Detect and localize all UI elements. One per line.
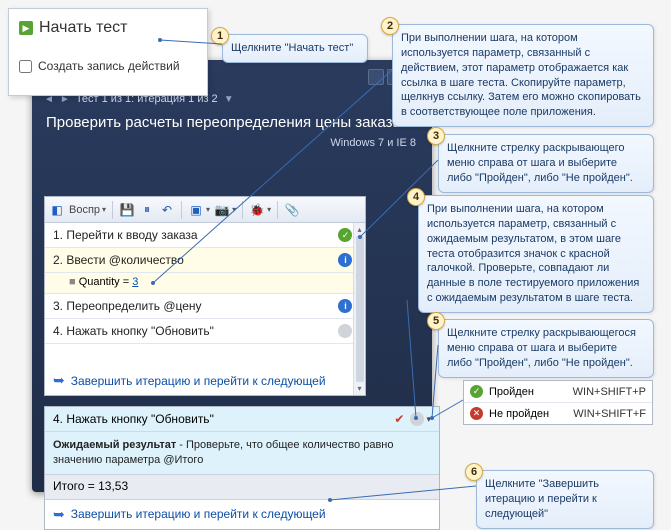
status-info-icon[interactable]: i [338, 253, 352, 267]
toolbar-sep [242, 201, 243, 219]
shortcut-pass-row: ✓ Пройден WIN+SHIFT+P [464, 381, 652, 402]
step-text: Переопределить @цену [66, 299, 201, 313]
callout-text: Щелкните "Завершить итерацию и перейти к… [485, 478, 599, 520]
parameter-label: Quantity = [79, 276, 129, 288]
callout-text: Щелкните стрелку раскрывающегося меню сп… [447, 327, 636, 369]
callout-text: При выполнении шага, на котором использу… [401, 32, 641, 118]
callout-number-1: 1 [211, 27, 229, 45]
steps-panel: ◧ Воспр ▾ 💾 ⏸ ↶ ▣ ▾ 📷 ▾ 🐞 ▾ 📎 1. Перейти… [44, 196, 366, 396]
shortcuts-box: ✓ Пройден WIN+SHIFT+P ✕ Не пройден WIN+S… [463, 380, 653, 425]
shortcut-fail-row: ✕ Не пройден WIN+SHIFT+F [464, 402, 652, 424]
undo-icon[interactable]: ↶ [159, 202, 175, 218]
expanded-step-header[interactable]: 4. Нажать кнопку "Обновить" ✔ ▾ [45, 407, 439, 432]
play-label[interactable]: Воспр [69, 204, 100, 216]
pause-icon[interactable]: ⏸ [139, 202, 155, 218]
pass-icon: ✓ [470, 385, 483, 398]
step-row[interactable]: 2. Ввести @количество i ▾ [45, 248, 365, 273]
finish-iteration-link[interactable]: Завершить итерацию и перейти к следующей [71, 507, 326, 521]
window-icon[interactable]: ▣ [188, 202, 204, 218]
scroll-down-icon[interactable]: ▾ [357, 384, 361, 393]
status-pass-icon[interactable]: ✓ [338, 228, 352, 242]
start-test-label[interactable]: Начать тест [39, 19, 127, 37]
status-dropdown-icon[interactable]: ▾ [426, 414, 431, 425]
step-number: 3. [53, 299, 63, 313]
titlebar-button[interactable] [368, 69, 384, 85]
fail-icon: ✕ [470, 407, 483, 420]
finish-iteration-link[interactable]: Завершить итерацию и перейти к следующей [71, 374, 326, 388]
fail-shortcut: WIN+SHIFT+F [573, 408, 646, 420]
step-row[interactable]: 3. Переопределить @цену i ▾ [45, 294, 365, 319]
step-text: Перейти к вводу заказа [66, 228, 197, 242]
start-test-card: ▶ Начать тест Создать запись действий [8, 8, 208, 96]
environment-label: Windows 7 и IE 8 [38, 135, 426, 155]
status-info-icon[interactable]: i [338, 299, 352, 313]
callout-text: При выполнении шага, на котором использу… [427, 203, 639, 304]
toolbar-sep [112, 201, 113, 219]
callout-number-3: 3 [427, 127, 445, 145]
step-text: Ввести @количество [66, 253, 183, 267]
scroll-up-icon[interactable]: ▴ [357, 225, 361, 234]
attachment-icon[interactable]: 📎 [284, 202, 300, 218]
callout-4: При выполнении шага, на котором использу… [418, 195, 654, 313]
camera-dropdown-icon[interactable]: ▾ [232, 205, 236, 214]
step-parameter: ■ Quantity = 3 [45, 273, 365, 294]
callout-number-4: 4 [407, 188, 425, 206]
pass-shortcut: WIN+SHIFT+P [573, 386, 646, 398]
step-number: 4. [53, 324, 63, 338]
expected-result-flag-icon: ✔ [394, 412, 404, 426]
itogo-value: Итого = 13,53 [45, 474, 439, 499]
pass-label: Пройден [489, 386, 534, 398]
parameter-link[interactable]: 3 [132, 276, 138, 288]
fail-label: Не пройден [489, 408, 549, 420]
callout-text: Щелкните стрелку раскрывающего меню спра… [447, 142, 633, 184]
start-test-title-row: ▶ Начать тест [19, 19, 197, 37]
step-text: Нажать кнопку "Обновить" [66, 324, 213, 338]
play-icon: ▶ [19, 21, 33, 35]
save-icon[interactable]: 💾 [119, 202, 135, 218]
expected-result-body: Ожидаемый результат - Проверьте, что общ… [45, 432, 439, 474]
finish-icon: ➥ [53, 506, 65, 523]
callout-text: Щелкните "Начать тест" [231, 42, 353, 54]
play-dropdown-icon[interactable]: ▾ [102, 205, 106, 214]
callout-2: При выполнении шага, на котором использу… [392, 24, 654, 127]
expanded-step-title: 4. Нажать кнопку "Обновить" [53, 412, 394, 426]
toolbar-sep [277, 201, 278, 219]
record-icon[interactable]: ◧ [49, 202, 65, 218]
expanded-step-panel: 4. Нажать кнопку "Обновить" ✔ ▾ Ожидаемы… [44, 406, 440, 530]
expanded-finish-row: ➥ Завершить итерацию и перейти к следующ… [45, 499, 439, 529]
callout-number-2: 2 [381, 17, 399, 35]
step-number: 1. [53, 228, 63, 242]
callout-3: Щелкните стрелку раскрывающего меню спра… [438, 134, 654, 193]
status-none-icon[interactable] [410, 412, 424, 426]
test-title: Проверить расчеты переопределения цены з… [38, 110, 426, 135]
create-recording-checkbox[interactable] [19, 60, 32, 73]
status-none-icon[interactable] [338, 324, 352, 338]
bug-dropdown-icon[interactable]: ▾ [267, 205, 271, 214]
iter-dropdown-icon[interactable]: ▼ [224, 94, 234, 105]
step-row[interactable]: 4. Нажать кнопку "Обновить" ▾ [45, 319, 365, 344]
create-recording-row: Создать запись действий [19, 59, 197, 73]
window-dropdown-icon[interactable]: ▾ [206, 205, 210, 214]
vertical-scrollbar[interactable]: ▴ ▾ [353, 223, 365, 395]
expected-result-label: Ожидаемый результат [53, 439, 176, 451]
create-recording-label: Создать запись действий [38, 59, 180, 73]
scroll-thumb[interactable] [356, 236, 364, 382]
callout-number-6: 6 [465, 463, 483, 481]
callout-5: Щелкните стрелку раскрывающегося меню сп… [438, 319, 654, 378]
finish-icon: ➥ [53, 372, 65, 389]
camera-icon[interactable]: 📷 [214, 202, 230, 218]
callout-number-5: 5 [427, 312, 445, 330]
steps-toolbar: ◧ Воспр ▾ 💾 ⏸ ↶ ▣ ▾ 📷 ▾ 🐞 ▾ 📎 [45, 197, 365, 223]
finish-iteration-row: ➥ Завершить итерацию и перейти к следующ… [45, 366, 365, 395]
callout-1: Щелкните "Начать тест" [222, 34, 368, 63]
step-number: 2. [53, 253, 63, 267]
toolbar-sep [181, 201, 182, 219]
step-row[interactable]: 1. Перейти к вводу заказа ✓ ▾ [45, 223, 365, 248]
bug-icon[interactable]: 🐞 [249, 202, 265, 218]
